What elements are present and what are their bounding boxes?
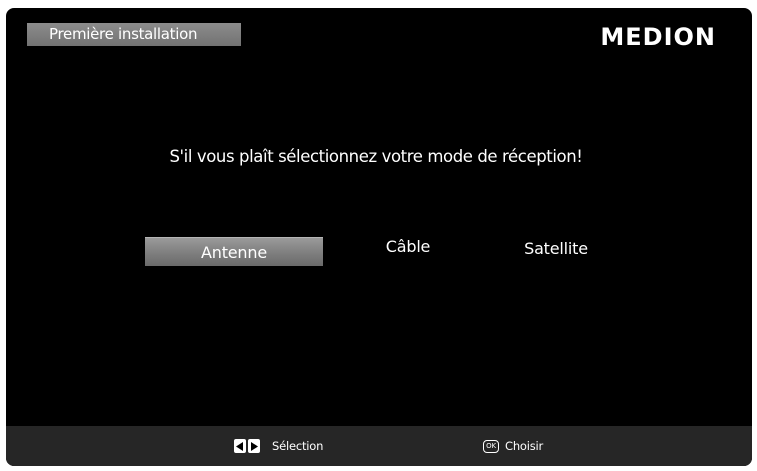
arrow-right-icon (248, 439, 260, 453)
footer-bar: Sélection OK Choisir (6, 426, 752, 466)
tv-screen: Première installation MEDION S'il vous p… (6, 8, 752, 466)
reception-mode-prompt: S'il vous plaît sélectionnez votre mode … (169, 147, 583, 166)
footer-confirm-hint: OK Choisir (483, 437, 543, 455)
footer-select-hint: Sélection (234, 437, 323, 455)
arrow-left-icon (234, 439, 246, 453)
option-satellite[interactable]: Satellite (511, 234, 601, 263)
brand-logo: MEDION (600, 23, 716, 51)
option-cable[interactable]: Câble (368, 232, 448, 261)
footer-select-label: Sélection (272, 439, 324, 453)
ok-button-icon: OK (483, 439, 499, 453)
page-title: Première installation (27, 23, 241, 46)
option-antenne[interactable]: Antenne (145, 237, 323, 266)
footer-confirm-label: Choisir (505, 439, 544, 453)
